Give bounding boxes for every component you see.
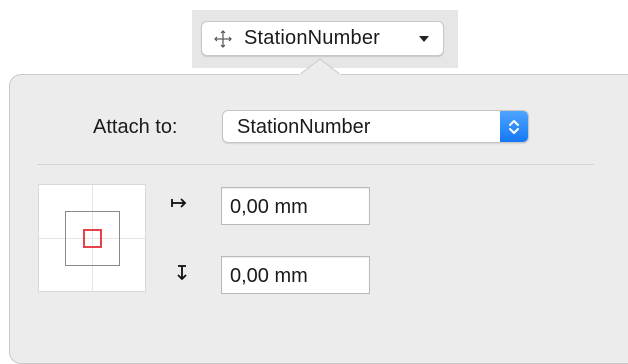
object-name-label: StationNumber [244,27,380,49]
vertical-offset-value: 0,00 mm [230,265,308,287]
attach-to-select[interactable]: StationNumber [222,110,529,143]
section-divider [37,164,594,165]
attach-to-value: StationNumber [237,116,371,138]
attach-to-label: Attach to: [93,116,178,138]
horizontal-offset-value: 0,00 mm [230,196,308,218]
move-crosshair-icon [212,28,234,50]
horizontal-offset-field[interactable]: 0,00 mm [221,187,370,225]
chevron-down-icon [417,34,431,44]
anchor-point-grid[interactable] [38,184,146,292]
arrow-right-bar-icon [169,193,189,213]
anchor-selected-marker[interactable] [83,229,102,248]
vertical-offset-field[interactable]: 0,00 mm [221,256,370,294]
popover-arrow [299,58,341,76]
arrow-down-bar-icon [172,263,192,283]
object-popup-button[interactable]: StationNumber [201,21,444,56]
up-down-stepper-icon[interactable] [500,111,528,142]
